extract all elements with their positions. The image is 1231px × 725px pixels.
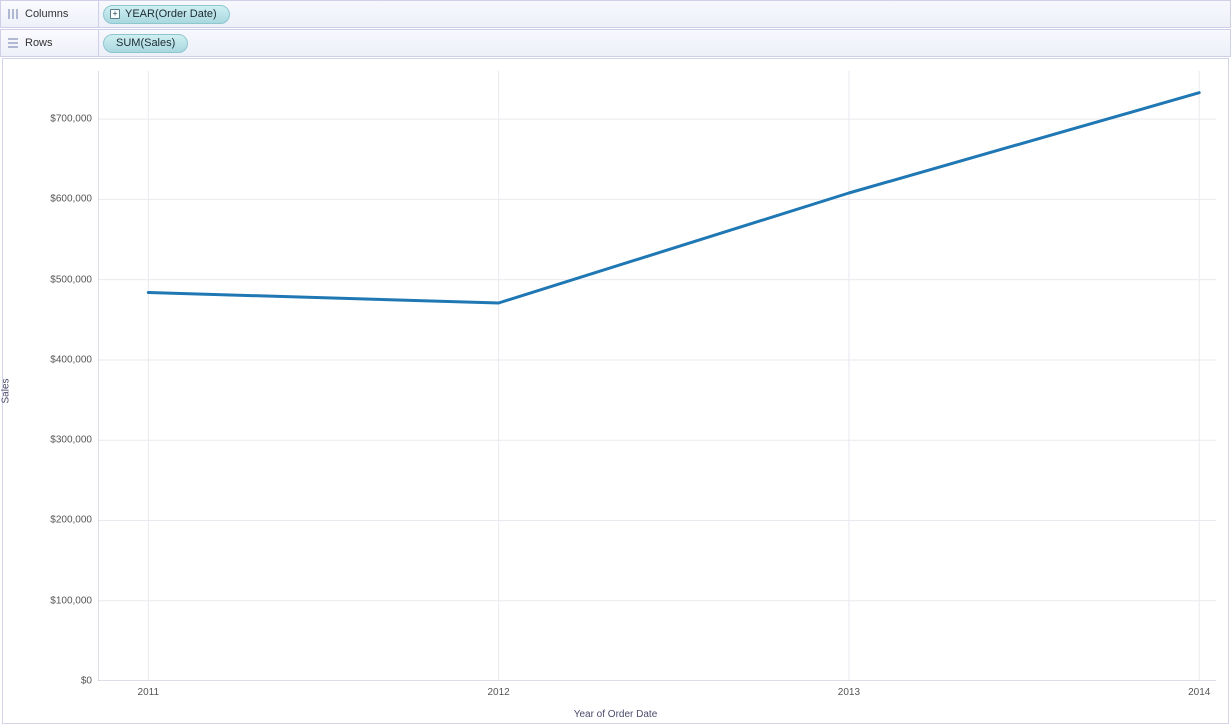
rows-icon <box>7 37 19 49</box>
rows-shelf-label: Rows <box>1 30 99 56</box>
shelves: Columns + YEAR(Order Date) Rows SUM(Sale… <box>0 0 1231 57</box>
y-tick-label: $500,000 <box>50 274 98 285</box>
rows-label-text: Rows <box>25 37 53 49</box>
rows-shelf-track[interactable]: SUM(Sales) <box>99 30 1230 56</box>
axis-lines <box>98 71 1216 681</box>
columns-shelf-label: Columns <box>1 1 99 27</box>
expand-icon[interactable]: + <box>110 9 120 19</box>
x-axis-title: Year of Order Date <box>3 709 1228 720</box>
rows-shelf[interactable]: Rows SUM(Sales) <box>0 29 1231 57</box>
x-tick-label: 2012 <box>487 681 509 698</box>
columns-shelf[interactable]: Columns + YEAR(Order Date) <box>0 0 1231 28</box>
y-tick-label: $300,000 <box>50 435 98 446</box>
y-tick-label: $100,000 <box>50 595 98 606</box>
y-tick-label: $600,000 <box>50 194 98 205</box>
y-tick-label: $200,000 <box>50 515 98 526</box>
x-tick-label: 2013 <box>838 681 860 698</box>
y-tick-label: $0 <box>81 676 98 687</box>
y-tick-label: $400,000 <box>50 354 98 365</box>
columns-shelf-track[interactable]: + YEAR(Order Date) <box>99 1 1230 27</box>
chart-viewport: Sales Year of Order Date $0$100,000$200,… <box>2 58 1229 724</box>
columns-pill-year-orderdate[interactable]: + YEAR(Order Date) <box>103 5 230 24</box>
y-tick-label: $700,000 <box>50 114 98 125</box>
line-series <box>148 93 1199 303</box>
chart-svg <box>98 71 1216 681</box>
y-axis-title: Sales <box>1 378 12 403</box>
plot-area[interactable]: $0$100,000$200,000$300,000$400,000$500,0… <box>98 71 1216 681</box>
x-tick-label: 2011 <box>138 681 160 698</box>
rows-pill-sum-sales[interactable]: SUM(Sales) <box>103 34 188 53</box>
columns-pill-label: YEAR(Order Date) <box>125 8 217 20</box>
x-tick-label: 2014 <box>1188 681 1210 698</box>
columns-icon <box>7 8 19 20</box>
horizontal-gridlines <box>98 119 1216 681</box>
columns-label-text: Columns <box>25 8 68 20</box>
rows-pill-label: SUM(Sales) <box>116 37 175 49</box>
vertical-gridlines <box>148 71 1199 681</box>
